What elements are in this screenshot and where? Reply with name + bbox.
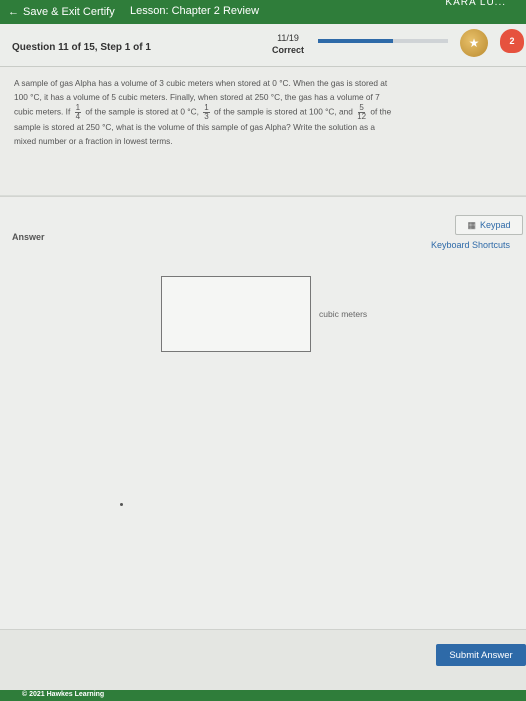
question-line: A sample of gas Alpha has a volume of 3 … — [14, 78, 388, 88]
answer-label: Answer — [12, 232, 45, 242]
keypad-label: Keypad — [479, 220, 511, 230]
unit-label: cubic meters — [319, 309, 368, 319]
question-fragment: cubic meters. If — [14, 107, 71, 118]
user-name: KARA LU... — [445, 0, 506, 8]
question-panel: A sample of gas Alpha has a volume of 3 … — [0, 67, 526, 195]
keyboard-shortcuts-link[interactable]: Keyboard Shortcuts — [431, 240, 510, 250]
fraction-one-third: 13 — [203, 104, 210, 122]
question-fragment: of the sample is stored at 100 °C, and — [213, 107, 353, 118]
denominator: 3 — [204, 112, 209, 122]
submit-answer-button[interactable]: Submit Answer — [436, 644, 526, 666]
fraction-five-twelfths: 5 12 — [357, 104, 366, 121]
top-bar: ← Save & Exit Certify Lesson: Chapter 2 … — [0, 0, 526, 24]
back-arrow-icon: ← — [8, 6, 19, 18]
progress-fill — [318, 39, 394, 43]
question-line: mixed number or a fraction in lowest ter… — [14, 136, 173, 147]
question-label: Question 11 of 15, Step 1 of 1 — [12, 42, 151, 53]
copyright-bar: © 2021 Hawkes Learning — [0, 690, 526, 701]
denominator: 4 — [75, 112, 81, 122]
save-exit-button[interactable]: ← Save & Exit Certify — [8, 6, 115, 18]
question-line-fractions: cubic meters. If 14 of the sample is sto… — [14, 104, 514, 121]
question-line: sample is stored at 250 °C, what is the … — [14, 122, 376, 133]
lesson-title: Lesson: Chapter 2 Review — [130, 5, 260, 17]
heart-icon: 2 — [500, 29, 524, 53]
answer-panel: Answer ▦ Keypad Keyboard Shortcuts cubic… — [0, 196, 526, 629]
footer: Submit Answer © 2021 Hawkes Learning — [0, 629, 526, 701]
question-fragment: of the sample is stored at 0 °C, — [85, 107, 199, 118]
stray-dot — [120, 503, 123, 506]
question-header: Question 11 of 15, Step 1 of 1 11/19 Cor… — [0, 24, 526, 67]
medal-icon: ★ — [460, 29, 488, 57]
keypad-button[interactable]: ▦ Keypad — [455, 215, 523, 235]
score-value: 11/19 — [277, 33, 299, 43]
fraction-one-quarter: 14 — [74, 104, 82, 122]
copyright-text: © 2021 Hawkes Learning — [22, 691, 105, 698]
question-line: 100 °C, it has a volume of 5 cubic meter… — [14, 91, 380, 102]
keypad-icon: ▦ — [467, 219, 476, 230]
progress-bar — [318, 39, 448, 43]
score-status: Correct — [271, 45, 304, 55]
denominator: 12 — [357, 112, 367, 122]
answer-input[interactable] — [161, 276, 311, 352]
score-display: 11/19 Correct — [268, 32, 308, 56]
question-fragment: of the — [370, 107, 392, 118]
save-exit-label: Save & Exit Certify — [23, 6, 115, 18]
question-text: A sample of gas Alpha has a volume of 3 … — [14, 77, 514, 149]
